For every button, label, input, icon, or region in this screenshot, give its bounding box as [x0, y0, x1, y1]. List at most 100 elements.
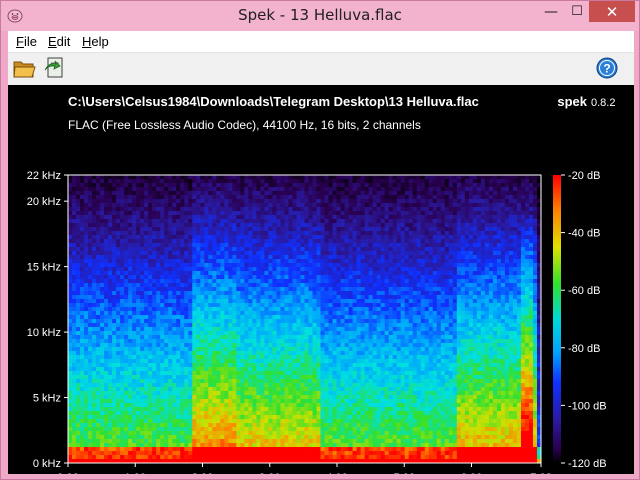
spectrogram-cell — [220, 335, 225, 340]
spectrogram-cell — [216, 451, 221, 456]
spectrogram-cell — [164, 331, 169, 336]
spectrogram-cell — [124, 263, 129, 268]
spectrogram-cell — [156, 367, 161, 372]
spectrogram-cell — [208, 179, 213, 184]
spectrogram-cell — [240, 251, 245, 256]
spectrogram-cell — [80, 267, 85, 272]
spectrogram-cell — [132, 307, 137, 312]
spectrogram-cell — [92, 271, 97, 276]
spectrogram-cell — [332, 443, 337, 448]
spectrogram-cell — [144, 431, 149, 436]
spectrogram-cell — [320, 207, 325, 212]
spectrogram-cell — [324, 439, 329, 444]
spectrogram-cell — [252, 387, 257, 392]
menu-help[interactable]: Help — [82, 34, 109, 49]
spectrogram-cell — [152, 283, 157, 288]
spectrogram-cell — [244, 239, 249, 244]
spectrogram-cell — [248, 371, 253, 376]
spectrogram-cell — [276, 423, 281, 428]
spectrogram-cell — [168, 279, 173, 284]
spectrogram-cell — [308, 363, 313, 368]
spectrogram-cell — [232, 303, 237, 308]
spectrogram-cell — [84, 291, 89, 296]
spectrogram-cell — [116, 287, 121, 292]
spectrogram-cell — [88, 371, 93, 376]
spectrogram-cell — [200, 423, 205, 428]
spectrogram-cell — [140, 347, 145, 352]
spectrogram-cell — [224, 367, 229, 372]
spectrogram-cell — [292, 431, 297, 436]
menu-file[interactable]: File — [16, 34, 37, 49]
spectrogram-cell — [156, 359, 161, 364]
spectrogram-cell — [340, 199, 345, 204]
spectrogram-cell — [184, 263, 189, 268]
spectrogram-cell — [288, 411, 293, 416]
spectrogram-cell — [80, 399, 85, 404]
spectrogram-cell — [108, 403, 113, 408]
spectrogram-cell — [128, 403, 133, 408]
spectrogram-cell — [128, 331, 133, 336]
spectrogram-cell — [272, 455, 277, 460]
spectrogram-cell — [116, 387, 121, 392]
spectrogram-cell — [276, 235, 281, 240]
spectrogram-cell — [108, 339, 113, 344]
spectrogram-cell — [196, 243, 201, 248]
spectrogram-cell — [212, 243, 217, 248]
help-icon[interactable]: ? — [596, 57, 618, 79]
spectrogram-cell — [172, 419, 177, 424]
spectrogram-cell — [128, 267, 133, 272]
spectrogram-cell — [164, 391, 169, 396]
minimize-button[interactable]: — — [538, 1, 564, 22]
spectrogram-cell — [72, 363, 77, 368]
spectrogram-cell — [292, 371, 297, 376]
maximize-button[interactable]: ☐ — [564, 1, 590, 22]
spectrogram-cell — [152, 227, 157, 232]
spectrogram-cell — [92, 407, 97, 412]
spectrogram-cell — [248, 375, 253, 380]
spectrogram-cell — [184, 399, 189, 404]
spectrogram-cell — [328, 199, 333, 204]
spectrogram-cell — [100, 227, 105, 232]
menu-edit[interactable]: Edit — [48, 34, 70, 49]
spectrogram-canvas[interactable]: C:\Users\Celsus1984\Downloads\Telegram D… — [8, 85, 634, 474]
spectrogram-cell — [144, 427, 149, 432]
spectrogram-cell — [256, 323, 261, 328]
spectrogram-cell — [184, 307, 189, 312]
close-button[interactable]: ✕ — [589, 1, 635, 22]
spectrogram-cell — [324, 275, 329, 280]
spectrogram-cell — [308, 207, 313, 212]
spectrogram-cell — [88, 215, 93, 220]
spectrogram-cell — [180, 411, 185, 416]
spectrogram-cell — [132, 175, 137, 180]
spectrogram-cell — [216, 363, 221, 368]
spectrogram-cell — [204, 443, 209, 448]
spectrogram-cell — [260, 255, 265, 260]
spectrogram-cell — [240, 439, 245, 444]
spectrogram-cell — [92, 311, 97, 316]
spectrogram-cell — [212, 215, 217, 220]
title-bar[interactable]: Spek - 13 Helluva.flac — ☐ ✕ — [1, 1, 639, 31]
spectrogram-cell — [212, 431, 217, 436]
open-folder-icon[interactable] — [12, 56, 36, 80]
spectrogram-cell — [252, 291, 257, 296]
spectrogram-cell — [196, 423, 201, 428]
spectrogram-cell — [124, 351, 129, 356]
spectrogram-cell — [160, 199, 165, 204]
spectrogram-cell — [240, 323, 245, 328]
spectrogram-cell — [292, 251, 297, 256]
spectrogram-cell — [336, 407, 341, 412]
spectrogram-cell — [196, 415, 201, 420]
spectrogram-cell — [244, 231, 249, 236]
spectrogram-cell — [76, 439, 81, 444]
spectrogram-cell — [104, 307, 109, 312]
spectrogram-cell — [156, 203, 161, 208]
spectrogram-cell — [308, 311, 313, 316]
spectrogram-cell — [216, 455, 221, 460]
spectrogram-cell — [168, 415, 173, 420]
spectrogram-cell — [124, 175, 129, 180]
spectrogram-cell — [236, 335, 241, 340]
spectrogram-cell — [180, 215, 185, 220]
save-icon[interactable] — [42, 56, 66, 80]
spectrogram-cell — [332, 203, 337, 208]
spectrogram-cell — [200, 415, 205, 420]
